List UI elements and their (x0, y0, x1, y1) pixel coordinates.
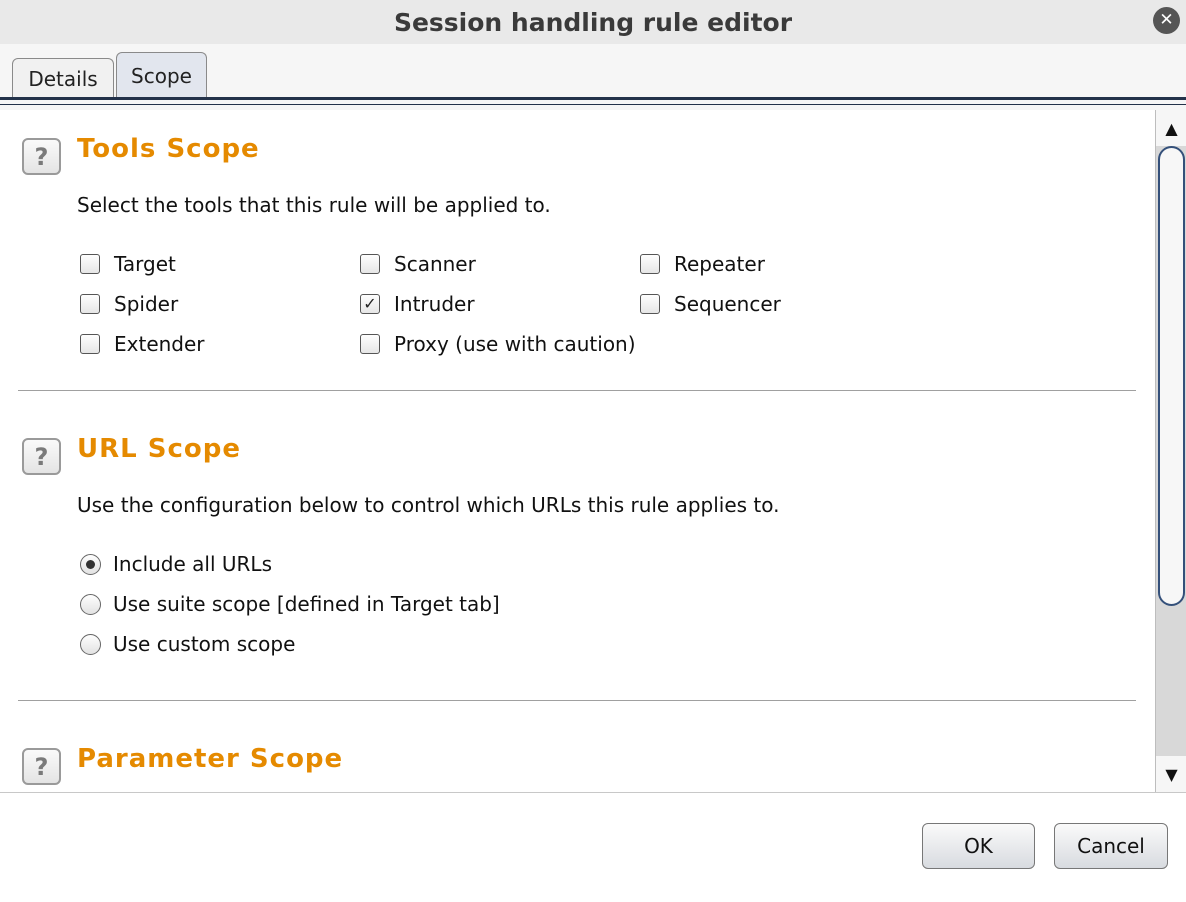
radio-button[interactable] (80, 633, 101, 655)
checkbox-label: Scanner (394, 252, 476, 276)
section-divider (18, 700, 1136, 701)
scrollbar-thumb[interactable] (1158, 146, 1185, 606)
radio-label: Include all URLs (113, 552, 272, 576)
checkbox-label: Sequencer (674, 292, 781, 316)
url-scope-heading: URL Scope (77, 434, 241, 464)
checkbox-box[interactable] (80, 254, 100, 274)
checkbox-box[interactable] (640, 294, 660, 314)
url-radio-suite-scope[interactable]: Use suite scope [defined in Target tab] (80, 592, 500, 616)
tab-bar: Details Scope (0, 44, 1186, 110)
vertical-scrollbar[interactable]: ▲ ▼ (1155, 110, 1186, 792)
radio-label: Use custom scope (113, 632, 296, 656)
checkbox-label: Extender (114, 332, 205, 356)
url-radio-include-all[interactable]: Include all URLs (80, 552, 272, 576)
checkbox-box[interactable] (360, 334, 380, 354)
tab-divider (0, 104, 1186, 105)
checkbox-box[interactable] (640, 254, 660, 274)
tab-details[interactable]: Details (12, 58, 114, 98)
title-bar: Session handling rule editor ✕ (0, 0, 1186, 44)
checkbox-box[interactable] (80, 334, 100, 354)
tab-underline (0, 97, 1186, 100)
tool-checkbox-sequencer[interactable]: Sequencer (640, 292, 781, 316)
url-radio-custom-scope[interactable]: Use custom scope (80, 632, 295, 656)
tools-scope-help-icon[interactable]: ? (22, 138, 61, 175)
checkmark-icon[interactable]: ✓ (360, 294, 380, 314)
checkbox-label: Repeater (674, 252, 765, 276)
tools-scope-heading: Tools Scope (77, 134, 260, 164)
url-scope-description: Use the configuration below to control w… (77, 493, 780, 517)
tool-checkbox-proxy[interactable]: Proxy (use with caution) (360, 332, 636, 356)
tool-checkbox-target[interactable]: Target (80, 252, 176, 276)
tool-checkbox-repeater[interactable]: Repeater (640, 252, 765, 276)
tool-checkbox-intruder[interactable]: ✓ Intruder (360, 292, 475, 316)
tools-scope-description: Select the tools that this rule will be … (77, 193, 551, 217)
parameter-scope-help-icon[interactable]: ? (22, 748, 61, 785)
ok-button[interactable]: OK (922, 823, 1035, 869)
cancel-button[interactable]: Cancel (1054, 823, 1168, 869)
checkbox-label: Target (114, 252, 176, 276)
section-divider (18, 390, 1136, 391)
radio-selected-dot (86, 559, 95, 569)
radio-button[interactable] (80, 593, 101, 615)
url-scope-help-icon[interactable]: ? (22, 438, 61, 475)
tool-checkbox-scanner[interactable]: Scanner (360, 252, 476, 276)
checkbox-label: Spider (114, 292, 179, 316)
radio-label: Use suite scope [defined in Target tab] (113, 592, 500, 616)
tool-checkbox-spider[interactable]: Spider (80, 292, 178, 316)
close-icon[interactable]: ✕ (1153, 7, 1180, 34)
scope-panel: ? Tools Scope Select the tools that this… (0, 110, 1155, 792)
checkbox-label: Intruder (394, 292, 475, 316)
window-title: Session handling rule editor (393, 7, 793, 37)
checkbox-box[interactable] (80, 294, 100, 314)
dialog-footer: OK Cancel (0, 792, 1186, 902)
scroll-up-icon[interactable]: ▲ (1156, 110, 1186, 146)
tool-checkbox-extender[interactable]: Extender (80, 332, 205, 356)
checkbox-label: Proxy (use with caution) (394, 332, 636, 356)
parameter-scope-heading: Parameter Scope (77, 744, 344, 774)
checkbox-box[interactable] (360, 254, 380, 274)
tab-scope[interactable]: Scope (116, 52, 207, 98)
radio-button[interactable] (80, 553, 101, 575)
scroll-down-icon[interactable]: ▼ (1156, 756, 1186, 792)
